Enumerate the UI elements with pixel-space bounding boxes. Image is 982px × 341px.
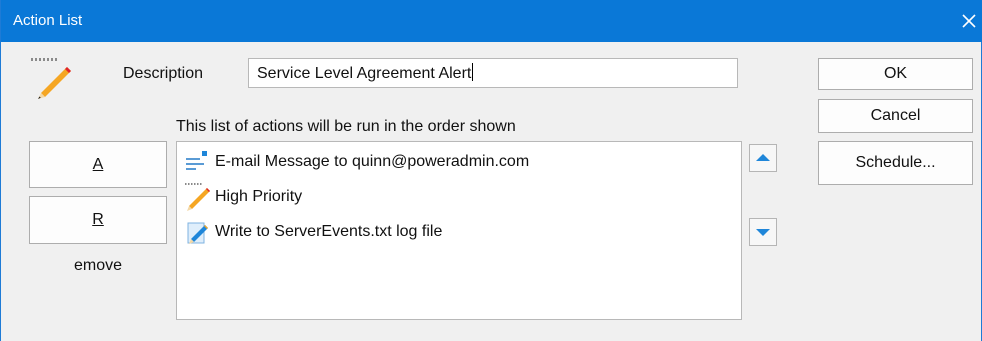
close-icon[interactable] bbox=[956, 8, 982, 34]
arrow-up-icon bbox=[756, 154, 770, 161]
description-value: Service Level Agreement Alert bbox=[257, 65, 472, 82]
cancel-button-label: Cancel bbox=[870, 107, 921, 124]
add-button[interactable]: Add... bbox=[29, 141, 167, 218]
remove-button-label: Remove bbox=[73, 211, 123, 274]
description-label: Description bbox=[123, 65, 204, 82]
arrow-down-icon bbox=[756, 229, 770, 236]
list-item-label: Write to ServerEvents.txt log file bbox=[215, 223, 443, 240]
schedule-button-label: Schedule... bbox=[855, 154, 936, 171]
write-log-icon bbox=[187, 222, 208, 244]
description-input[interactable]: Service Level Agreement Alert bbox=[248, 58, 738, 88]
move-up-button[interactable] bbox=[749, 144, 777, 172]
action-list-dialog: Action List Description Service Level Ag… bbox=[0, 0, 982, 341]
text-caret bbox=[472, 63, 474, 81]
pencil-notepad-icon bbox=[185, 183, 210, 211]
list-item[interactable]: Write to ServerEvents.txt log file bbox=[183, 217, 442, 247]
pencil-notepad-icon bbox=[31, 58, 71, 99]
window-title: Action List bbox=[13, 12, 83, 29]
title-bar[interactable]: Action List bbox=[1, 0, 982, 42]
email-message-icon bbox=[186, 151, 207, 170]
cancel-button[interactable]: Cancel bbox=[818, 99, 973, 133]
list-item[interactable]: High Priority bbox=[183, 182, 302, 212]
schedule-button[interactable]: Schedule... bbox=[818, 141, 973, 185]
ok-button[interactable]: OK bbox=[818, 58, 973, 90]
list-item-label: High Priority bbox=[215, 188, 303, 205]
remove-button[interactable]: Remove bbox=[29, 196, 167, 274]
move-down-button[interactable] bbox=[749, 218, 777, 246]
list-caption: This list of actions will be run in the … bbox=[176, 118, 516, 135]
list-item-label: E-mail Message to quinn@poweradmin.com bbox=[215, 153, 530, 170]
ok-button-label: OK bbox=[883, 65, 908, 82]
list-item[interactable]: E-mail Message to quinn@poweradmin.com bbox=[183, 147, 529, 177]
actions-list[interactable]: E-mail Message to quinn@poweradmin.com H… bbox=[176, 141, 742, 320]
